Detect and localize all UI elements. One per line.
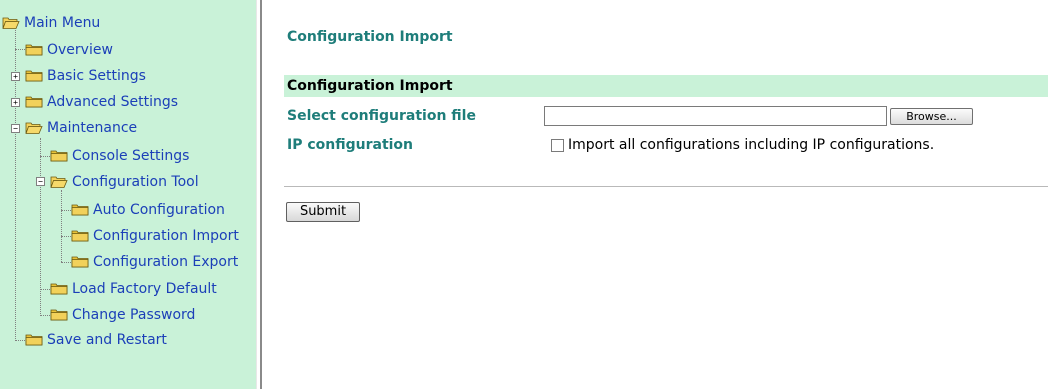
open-folder-icon xyxy=(50,176,68,188)
tree-node-main-menu[interactable]: Main Menu xyxy=(2,13,100,33)
expand-icon[interactable]: + xyxy=(11,98,20,107)
folder-icon xyxy=(50,283,68,295)
tree-node-basic-settings[interactable]: Basic Settings xyxy=(25,66,146,86)
tree-node-maintenance[interactable]: Maintenance xyxy=(25,118,137,138)
folder-icon xyxy=(71,256,89,268)
tree-node-overview[interactable]: Overview xyxy=(25,40,113,60)
tree-node-auto-configuration[interactable]: Auto Configuration xyxy=(71,200,225,220)
tree-node-advanced-settings[interactable]: Advanced Settings xyxy=(25,92,178,112)
folder-icon xyxy=(25,70,43,82)
tree-node-configuration-tool[interactable]: Configuration Tool xyxy=(50,172,199,192)
browse-button[interactable]: Browse... xyxy=(890,108,973,125)
sidebar-menu: + + − − Main Menu Overview Basic Setting… xyxy=(0,0,256,389)
collapse-icon[interactable]: − xyxy=(36,177,45,186)
collapse-icon[interactable]: − xyxy=(11,124,20,133)
ip-import-checkbox[interactable] xyxy=(551,139,564,152)
tree-node-label[interactable]: Configuration Import xyxy=(93,228,239,244)
expand-icon[interactable]: + xyxy=(11,72,20,81)
open-folder-icon xyxy=(2,17,20,29)
tree-line xyxy=(61,236,71,237)
open-folder-icon xyxy=(25,122,43,134)
tree-line xyxy=(40,289,50,290)
tree-line xyxy=(40,315,50,316)
tree-node-console-settings[interactable]: Console Settings xyxy=(50,146,189,166)
tree-node-label[interactable]: Auto Configuration xyxy=(93,202,225,218)
folder-icon xyxy=(71,230,89,242)
tree-node-label[interactable]: Overview xyxy=(47,42,113,58)
folder-icon xyxy=(71,204,89,216)
tree-node-label[interactable]: Change Password xyxy=(72,307,195,323)
folder-icon xyxy=(50,309,68,321)
tree-line xyxy=(61,210,71,211)
tree-node-label[interactable]: Console Settings xyxy=(72,148,189,164)
tree-node-label[interactable]: Load Factory Default xyxy=(72,281,217,297)
folder-icon xyxy=(25,334,43,346)
select-file-label: Select configuration file xyxy=(287,108,476,124)
folder-icon xyxy=(50,150,68,162)
ip-configuration-label: IP configuration xyxy=(287,137,414,153)
page-title: Configuration Import xyxy=(287,29,453,45)
tree-node-change-password[interactable]: Change Password xyxy=(50,305,195,325)
tree-node-label[interactable]: Advanced Settings xyxy=(47,94,178,110)
folder-icon xyxy=(25,44,43,56)
ip-import-checkbox-label[interactable]: Import all configurations including IP c… xyxy=(568,137,934,153)
tree-node-label[interactable]: Maintenance xyxy=(47,120,137,136)
tree-node-load-factory-default[interactable]: Load Factory Default xyxy=(50,279,217,299)
tree-line xyxy=(15,340,25,341)
tree-node-label[interactable]: Basic Settings xyxy=(47,68,146,84)
tree-line xyxy=(15,49,25,50)
divider-line xyxy=(284,186,1048,187)
tree-line xyxy=(61,262,71,263)
tree-line xyxy=(40,156,50,157)
tree-node-label[interactable]: Configuration Export xyxy=(93,254,238,270)
tree-node-configuration-import[interactable]: Configuration Import xyxy=(71,226,239,246)
config-file-input[interactable] xyxy=(544,106,887,126)
tree-node-label[interactable]: Main Menu xyxy=(24,15,100,31)
tree-line xyxy=(61,190,62,262)
frame-divider[interactable] xyxy=(256,0,263,389)
tree-node-label[interactable]: Configuration Tool xyxy=(72,174,199,190)
folder-icon xyxy=(25,96,43,108)
tree-node-label[interactable]: Save and Restart xyxy=(47,332,167,348)
tree-node-save-and-restart[interactable]: Save and Restart xyxy=(25,330,167,350)
submit-button[interactable]: Submit xyxy=(286,202,360,222)
section-header: Configuration Import xyxy=(284,75,1048,97)
tree-node-configuration-export[interactable]: Configuration Export xyxy=(71,252,238,272)
